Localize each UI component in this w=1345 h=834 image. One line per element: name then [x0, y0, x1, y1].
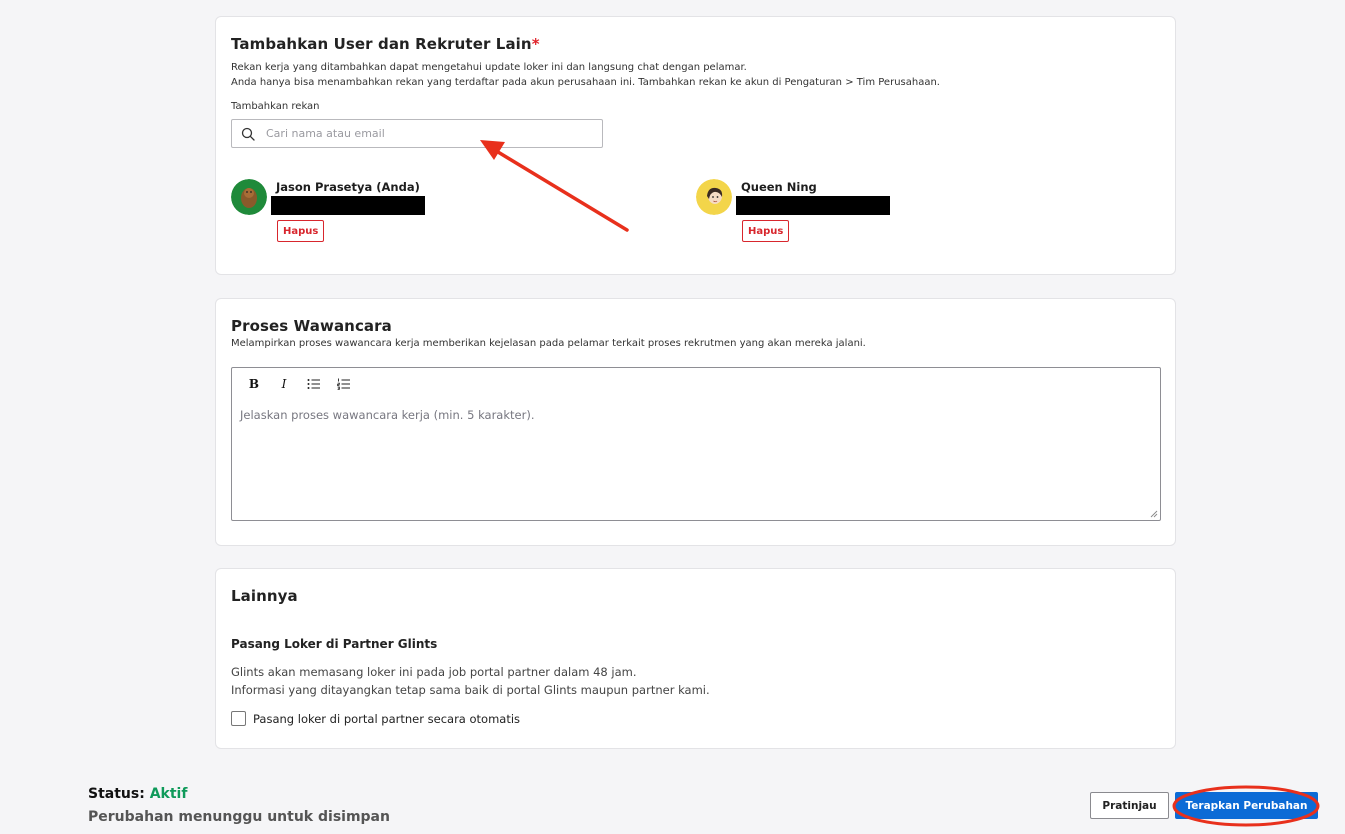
other-card-title: Lainnya — [231, 587, 298, 605]
partner-description: Glints akan memasang loker ini pada job … — [231, 665, 710, 697]
avatar — [696, 179, 732, 215]
numbered-list-button[interactable] — [330, 374, 358, 394]
italic-button[interactable]: I — [270, 374, 298, 394]
redacted-email — [736, 196, 890, 215]
auto-post-option[interactable]: Pasang loker di portal partner secara ot… — [231, 711, 520, 726]
partner-subtitle: Pasang Loker di Partner Glints — [231, 637, 438, 651]
apply-changes-button[interactable]: Terapkan Perubahan — [1175, 792, 1318, 819]
colleague-search-input[interactable] — [266, 127, 586, 140]
remove-member-button[interactable]: Hapus — [742, 220, 790, 242]
pending-changes-text: Perubahan menunggu untuk disimpan — [88, 809, 390, 825]
editor-toolbar: B I — [240, 374, 358, 394]
search-icon — [240, 126, 256, 142]
team-card: Tambahkan User dan Rekruter Lain* Rekan … — [215, 16, 1176, 275]
avatar — [231, 179, 267, 215]
team-card-title: Tambahkan User dan Rekruter Lain* — [231, 35, 540, 53]
other-card: Lainnya Pasang Loker di Partner Glints G… — [215, 568, 1176, 749]
auto-post-label[interactable]: Pasang loker di portal partner secara ot… — [253, 712, 520, 726]
status-value: Aktif — [149, 786, 188, 802]
bullet-list-button[interactable] — [300, 374, 328, 394]
interview-editor[interactable]: B I Jelaskan proses wawancara kerja (min… — [231, 367, 1161, 521]
editor-placeholder: Jelaskan proses wawancara kerja (min. 5 … — [240, 408, 535, 422]
resize-handle-icon[interactable] — [1150, 510, 1158, 518]
colleague-search-field[interactable] — [231, 119, 603, 148]
interview-card: Proses Wawancara Melampirkan proses wawa… — [215, 298, 1176, 546]
redacted-email — [271, 196, 425, 215]
remove-member-button[interactable]: Hapus — [277, 220, 325, 242]
member-name: Queen Ning — [741, 180, 817, 194]
status-line: Status: Aktif — [88, 786, 187, 802]
auto-post-checkbox[interactable] — [231, 711, 246, 726]
numbered-list-icon — [337, 378, 350, 390]
preview-button[interactable]: Pratinjau — [1090, 792, 1169, 819]
bullet-list-icon — [307, 379, 320, 389]
member-name: Jason Prasetya (Anda) — [276, 180, 420, 194]
status-label: Status: — [88, 786, 145, 802]
required-mark: * — [531, 35, 540, 53]
team-card-description: Rekan kerja yang ditambahkan dapat menge… — [231, 62, 940, 88]
bold-button[interactable]: B — [240, 374, 268, 394]
interview-card-title: Proses Wawancara — [231, 317, 392, 335]
interview-card-description: Melampirkan proses wawancara kerja membe… — [231, 338, 866, 349]
add-colleague-label: Tambahkan rekan — [231, 101, 320, 112]
